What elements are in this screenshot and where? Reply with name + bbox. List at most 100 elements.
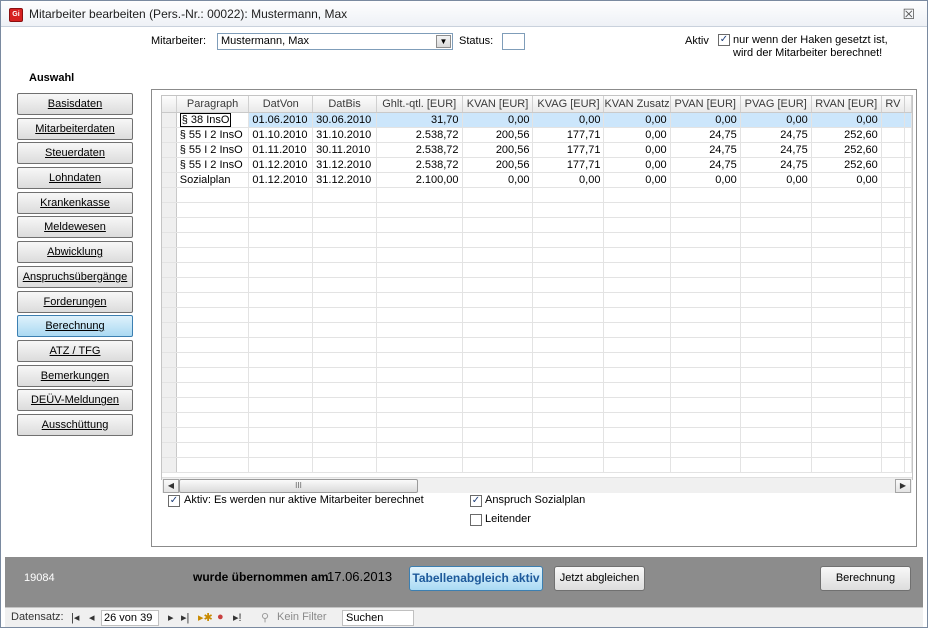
table-cell[interactable]: 2.538,72 [376,157,463,173]
tabellenabgleich-button[interactable]: Tabellenabgleich aktiv [409,566,543,591]
table-cell[interactable]: 24,75 [740,127,812,143]
table-cell[interactable]: 30.06.2010 [312,112,377,128]
table-cell[interactable]: 0,00 [670,172,741,188]
table-cell[interactable]: 24,75 [670,157,741,173]
search-input[interactable]: Suchen [342,610,414,626]
table-row[interactable]: § 38 InsO 01.06.2010 30.06.2010 31,70 0,00 0,… [162,112,912,128]
scroll-left-icon[interactable]: ◀ [163,479,179,493]
column-header[interactable]: KVAG [EUR] [532,96,605,113]
status-field[interactable] [502,33,525,50]
sidebar-item-anspruchsübergänge[interactable]: Anspruchsübergänge [17,265,133,288]
table-cell[interactable]: 177,71 [532,157,605,173]
table-cell[interactable]: 30.11.2010 [312,142,377,158]
row-selector[interactable] [162,127,177,143]
table-cell[interactable]: 252,60 [811,157,882,173]
column-header[interactable]: Paragraph [176,96,250,113]
table-cell[interactable]: 200,56 [462,127,534,143]
sidebar-item-deüv-meldungen[interactable]: DEÜV-Meldungen [17,389,133,412]
table-cell[interactable]: § 55 I 2 InsO [176,127,250,143]
leitender-checkbox[interactable] [470,514,482,526]
filter-label[interactable]: Kein Filter [277,611,327,623]
table-cell[interactable]: 0,00 [603,127,671,143]
aktiv-checkbox[interactable]: ✓ [718,34,730,46]
column-header[interactable]: DatVon [248,96,314,113]
close-icon[interactable]: ☒ [902,6,915,23]
table-cell[interactable]: 01.06.2010 [248,112,314,128]
table-cell[interactable]: 0,00 [462,172,534,188]
table-cell[interactable]: 0,00 [462,112,534,128]
sidebar-item-forderungen[interactable]: Forderungen [17,290,133,313]
sozialplan-checkbox[interactable]: ✓ [470,495,482,507]
calculation-grid[interactable]: Paragraph DatVon DatBis Ghlt.-qtl. [EUR] KVA… [161,95,913,480]
berechnung-button[interactable]: Berechnung [820,566,911,591]
table-cell[interactable]: 31.12.2010 [312,172,377,188]
column-header[interactable]: KVAN Zusatz [603,96,671,113]
table-cell[interactable]: § 55 I 2 InsO [176,157,250,173]
scroll-thumb[interactable]: III [179,479,418,493]
table-cell[interactable]: 0,00 [532,172,605,188]
table-cell[interactable]: 24,75 [740,142,812,158]
table-cell[interactable]: 177,71 [532,142,605,158]
table-cell[interactable]: § 38 InsO [176,112,250,128]
table-cell[interactable]: 0,00 [811,172,882,188]
table-cell[interactable]: § 55 I 2 InsO [176,142,250,158]
last-record-icon[interactable]: ▸| [181,611,189,624]
table-cell[interactable]: 0,00 [603,112,671,128]
row-selector[interactable] [162,112,177,128]
table-cell[interactable]: 177,71 [532,127,605,143]
sidebar-item-basisdaten[interactable]: Basisdaten [17,93,133,115]
sidebar-item-steuerdaten[interactable]: Steuerdaten [17,142,133,165]
sidebar-item-berechnung[interactable]: Berechnung [17,315,133,338]
column-header[interactable]: RV [881,96,906,113]
column-header[interactable]: PVAG [EUR] [740,96,812,113]
table-cell[interactable]: 01.10.2010 [248,127,314,143]
table-cell[interactable]: 31.10.2010 [312,127,377,143]
jetzt-abgleichen-button[interactable]: Jetzt abgleichen [554,566,645,591]
table-cell[interactable]: 2.538,72 [376,127,463,143]
table-cell[interactable]: 01.12.2010 [248,157,314,173]
column-header[interactable]: DatBis [312,96,377,113]
table-cell[interactable] [881,157,906,173]
table-cell[interactable]: 24,75 [740,157,812,173]
column-header[interactable]: Ghlt.-qtl. [EUR] [376,96,463,113]
table-cell[interactable]: 252,60 [811,127,882,143]
table-cell[interactable]: 0,00 [603,172,671,188]
first-record-icon[interactable]: |◂ [71,611,79,624]
table-cell[interactable] [881,127,906,143]
table-cell[interactable]: 252,60 [811,142,882,158]
table-cell[interactable]: 0,00 [603,142,671,158]
sidebar-item-bemerkungen[interactable]: Bemerkungen [17,364,133,387]
table-cell[interactable]: 2.100,00 [376,172,463,188]
new-record-icon[interactable]: ▸✱ [198,611,213,624]
sidebar-item-ausschüttung[interactable]: Ausschüttung [17,413,133,436]
table-cell[interactable]: 01.11.2010 [248,142,314,158]
aktiv-option-checkbox[interactable]: ✓ [168,495,180,507]
table-cell[interactable]: 2.538,72 [376,142,463,158]
table-cell[interactable]: 0,00 [603,157,671,173]
table-cell[interactable]: 31,70 [376,112,463,128]
table-cell[interactable] [881,142,906,158]
table-cell[interactable]: 24,75 [670,142,741,158]
row-selector-header[interactable] [162,96,177,113]
more-icon[interactable]: ▸! [233,611,242,624]
chevron-down-icon[interactable]: ▼ [436,35,451,48]
table-cell[interactable] [881,172,906,188]
delete-record-icon[interactable]: ● [217,611,224,623]
table-cell[interactable]: 200,56 [462,157,534,173]
sidebar-item-meldewesen[interactable]: Meldewesen [17,216,133,239]
table-cell[interactable]: 0,00 [811,112,882,128]
row-selector[interactable] [162,157,177,173]
table-cell[interactable]: Sozialplan [176,172,250,188]
table-row[interactable]: § 55 I 2 InsO 01.10.2010 31.10.2010 2.538,7… [162,127,912,143]
column-header[interactable]: KVAN [EUR] [462,96,534,113]
column-header[interactable]: RVAN [EUR] [811,96,882,113]
table-cell[interactable] [881,112,906,128]
table-row[interactable]: § 55 I 2 InsO 01.12.2010 31.12.2010 2.538,7… [162,157,912,173]
table-cell[interactable]: 0,00 [740,172,812,188]
table-row[interactable]: Sozialplan 01.12.2010 31.12.2010 2.100,00 0,… [162,172,912,188]
filter-icon[interactable]: ⚲ [261,611,269,624]
scroll-right-icon[interactable]: ▶ [895,479,911,493]
table-cell[interactable]: 0,00 [670,112,741,128]
prev-record-icon[interactable]: ◂ [89,611,95,624]
row-selector[interactable] [162,142,177,158]
